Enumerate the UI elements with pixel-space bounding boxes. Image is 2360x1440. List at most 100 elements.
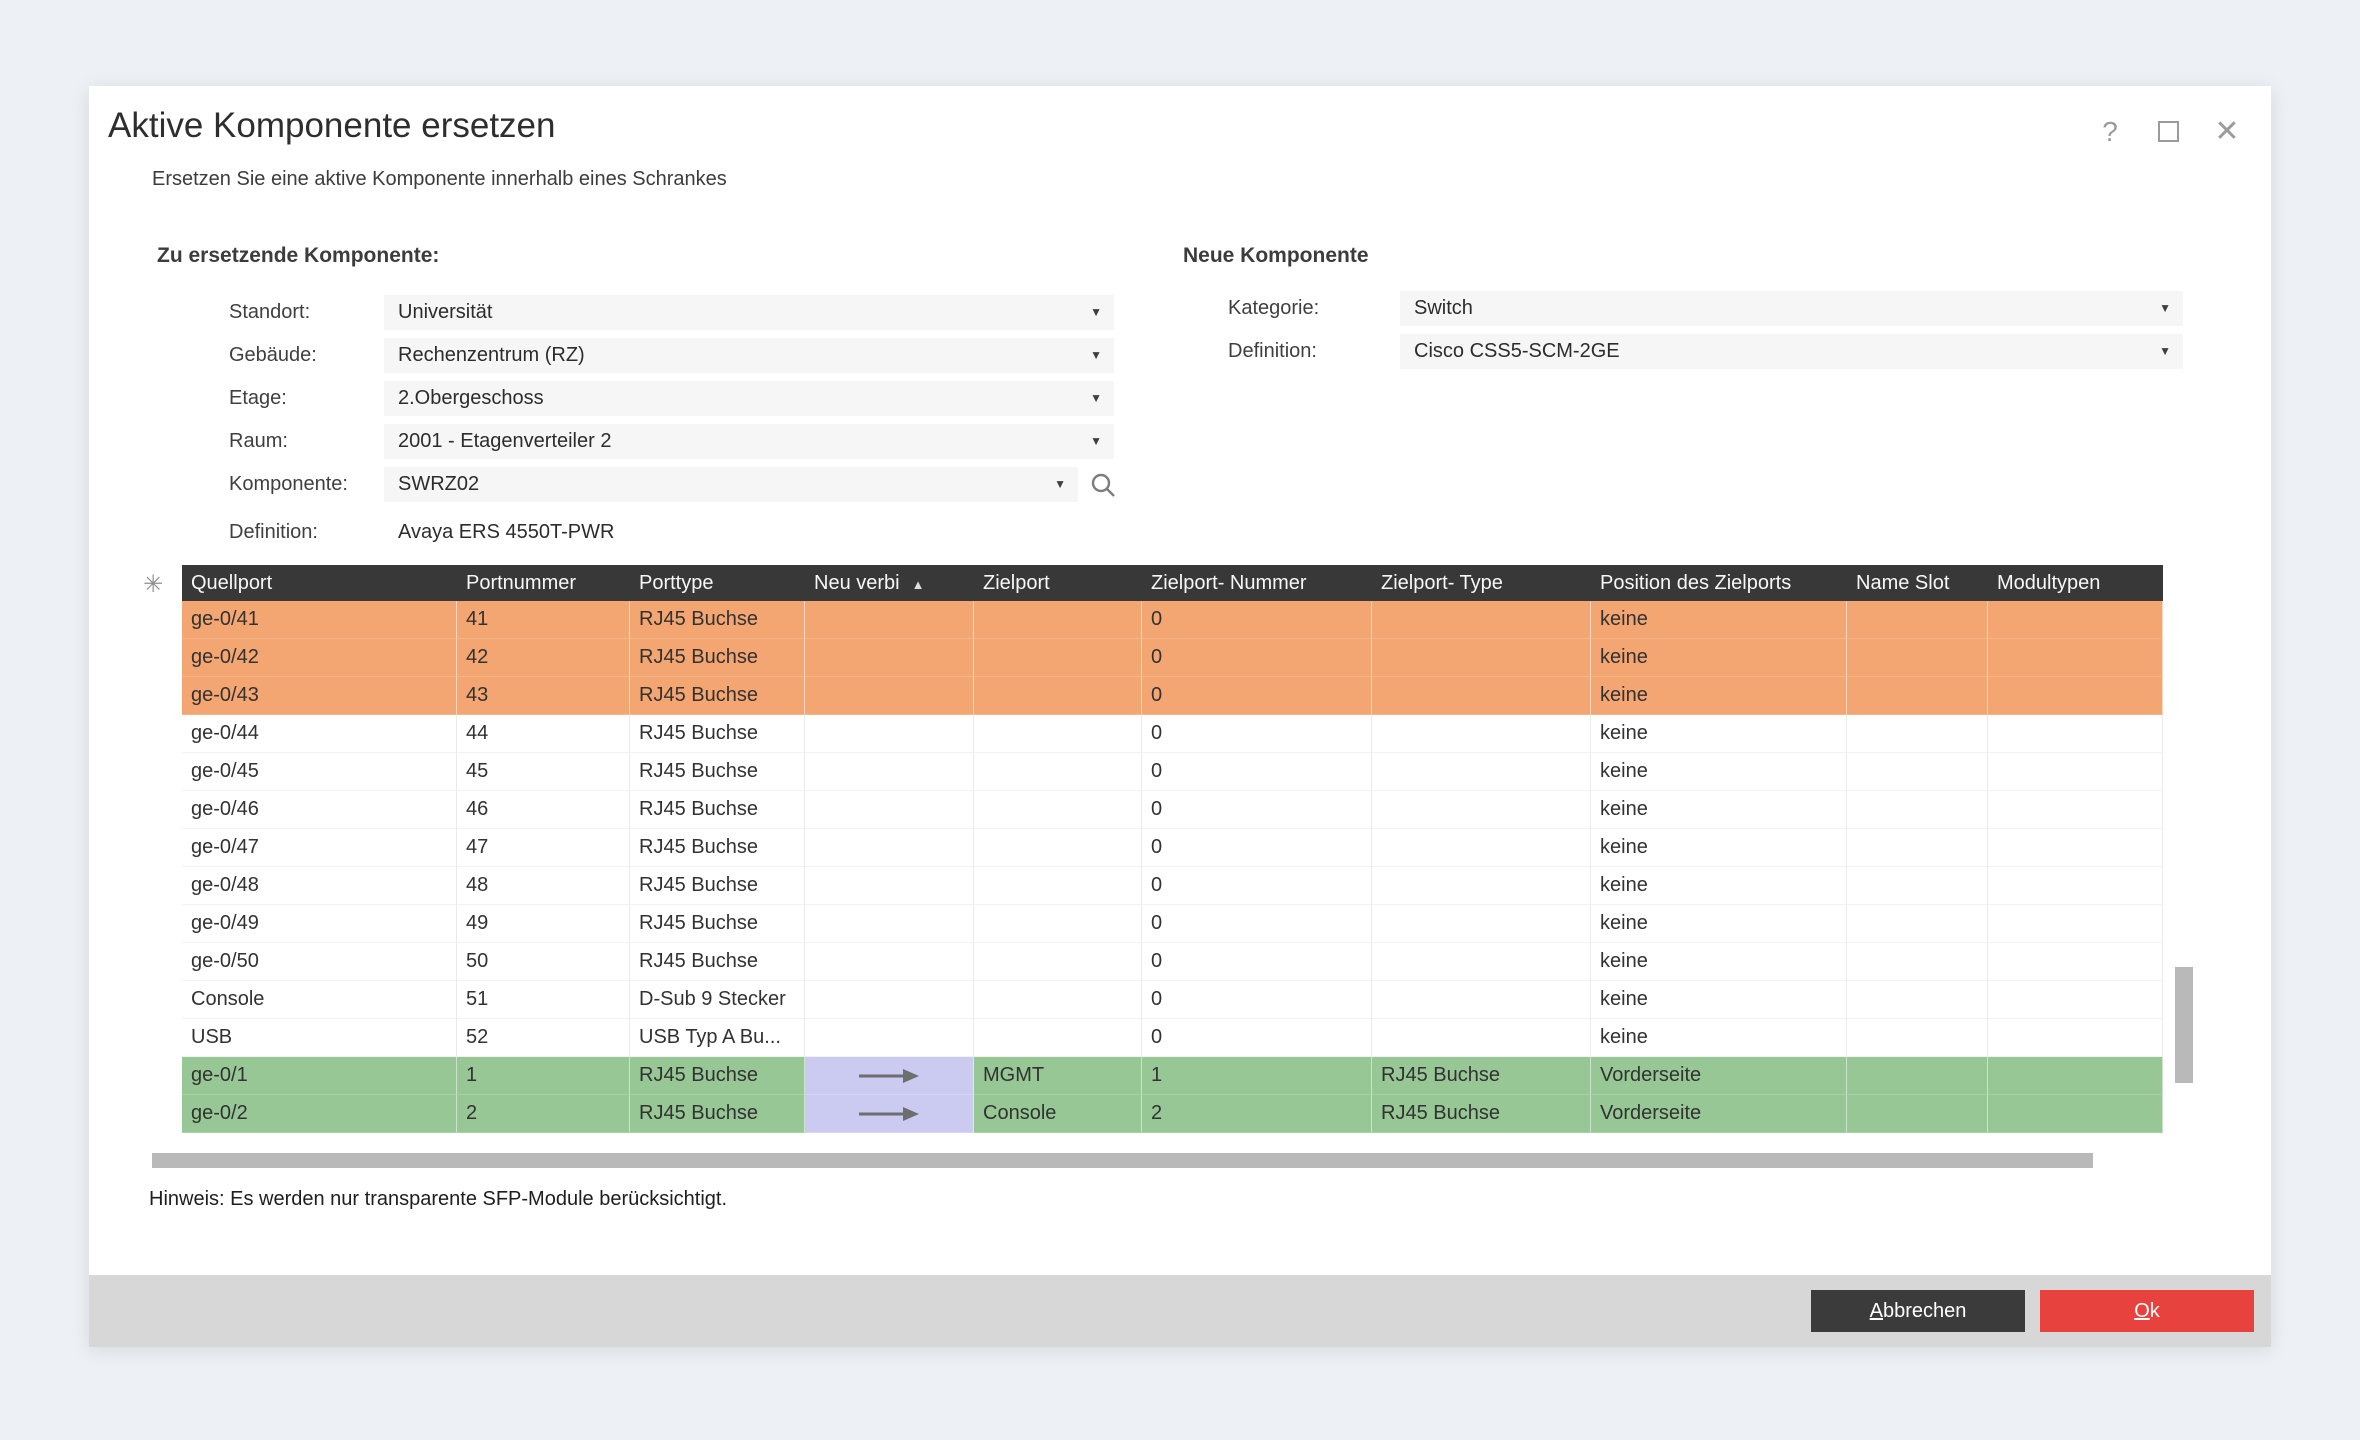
table-row[interactable]: ge-0/11RJ45 BuchseMGMT1RJ45 BuchseVorder… <box>182 1057 2163 1095</box>
cell-quellport: Console <box>182 981 457 1019</box>
cell-name_slot <box>1847 791 1988 829</box>
cell-quellport: ge-0/47 <box>182 829 457 867</box>
cell-neu <box>805 829 974 867</box>
cell-quellport: ge-0/1 <box>182 1057 457 1095</box>
column-header-zielport[interactable]: Zielport <box>974 565 1142 601</box>
new-definition-row: Definition: Cisco CSS5-SCM-2GE ▼ <box>1228 334 2198 369</box>
column-header-modultypen[interactable]: Modultypen <box>1988 565 2163 601</box>
ok-button[interactable]: Ok <box>2040 1290 2254 1332</box>
definition-row: Definition: Avaya ERS 4550T-PWR <box>229 515 1279 550</box>
cell-zielport_type <box>1372 1019 1591 1057</box>
search-icon[interactable] <box>1089 471 1119 499</box>
gebaeude-dropdown[interactable]: Rechenzentrum (RZ) ▼ <box>384 338 1114 373</box>
komponente-dropdown[interactable]: SWRZ02 ▼ <box>384 467 1078 502</box>
gebaeude-label: Gebäude: <box>229 338 317 373</box>
cell-zielport: Console <box>974 1095 1142 1133</box>
cell-zielport_type <box>1372 905 1591 943</box>
cell-zielport <box>974 715 1142 753</box>
cell-quellport: ge-0/2 <box>182 1095 457 1133</box>
cell-portnummer: 43 <box>457 677 630 715</box>
column-header-porttype[interactable]: Porttype <box>630 565 805 601</box>
table-row[interactable]: USB52USB Typ A Bu...0keine <box>182 1019 2163 1057</box>
cell-zielport_nummer: 0 <box>1142 1019 1372 1057</box>
maximize-icon[interactable] <box>2148 112 2188 152</box>
column-header-zielport-type[interactable]: Zielport- Type <box>1372 565 1591 601</box>
cell-name_slot <box>1847 905 1988 943</box>
port-table: Quellport Portnummer Porttype Neu verbi▲… <box>182 565 2163 1133</box>
cell-zielport <box>974 791 1142 829</box>
chevron-down-icon: ▼ <box>1090 338 1102 373</box>
cell-name_slot <box>1847 753 1988 791</box>
table-row[interactable]: ge-0/22RJ45 BuchseConsole2RJ45 BuchseVor… <box>182 1095 2163 1133</box>
cell-position_des_zielports: keine <box>1591 829 1847 867</box>
chevron-down-icon: ▼ <box>1054 467 1066 502</box>
column-header-position-des-zielports[interactable]: Position des Zielports <box>1591 565 1847 601</box>
close-icon[interactable]: ✕ <box>2207 112 2247 152</box>
raum-dropdown[interactable]: 2001 - Etagenverteiler 2 ▼ <box>384 424 1114 459</box>
new-definition-dropdown[interactable]: Cisco CSS5-SCM-2GE ▼ <box>1400 334 2183 369</box>
cell-position_des_zielports: keine <box>1591 943 1847 981</box>
cell-position_des_zielports: keine <box>1591 791 1847 829</box>
table-row[interactable]: ge-0/4343RJ45 Buchse0keine <box>182 677 2163 715</box>
cell-name_slot <box>1847 1095 1988 1133</box>
cell-modultypen <box>1988 1019 2163 1057</box>
standort-dropdown[interactable]: Universität ▼ <box>384 295 1114 330</box>
column-header-portnummer[interactable]: Portnummer <box>457 565 630 601</box>
cell-neu <box>805 677 974 715</box>
chevron-down-icon: ▼ <box>2159 291 2171 326</box>
sort-asc-icon: ▲ <box>912 577 925 592</box>
standort-label: Standort: <box>229 295 310 330</box>
cell-zielport <box>974 677 1142 715</box>
cell-neu <box>805 753 974 791</box>
table-row[interactable]: ge-0/4242RJ45 Buchse0keine <box>182 639 2163 677</box>
cell-name_slot <box>1847 981 1988 1019</box>
cell-zielport_type <box>1372 867 1591 905</box>
table-row[interactable]: ge-0/4545RJ45 Buchse0keine <box>182 753 2163 791</box>
table-row[interactable]: ge-0/4646RJ45 Buchse0keine <box>182 791 2163 829</box>
table-row[interactable]: ge-0/4949RJ45 Buchse0keine <box>182 905 2163 943</box>
table-row[interactable]: ge-0/4444RJ45 Buchse0keine <box>182 715 2163 753</box>
help-icon[interactable]: ? <box>2090 112 2130 152</box>
cell-zielport_nummer: 2 <box>1142 1095 1372 1133</box>
kategorie-dropdown[interactable]: Switch ▼ <box>1400 291 2183 326</box>
cell-zielport_type <box>1372 753 1591 791</box>
cell-portnummer: 52 <box>457 1019 630 1057</box>
column-header-quellport[interactable]: Quellport <box>182 565 457 601</box>
cell-porttype: RJ45 Buchse <box>630 639 805 677</box>
cell-name_slot <box>1847 867 1988 905</box>
cell-modultypen <box>1988 639 2163 677</box>
cell-zielport_type <box>1372 829 1591 867</box>
cell-porttype: RJ45 Buchse <box>630 753 805 791</box>
table-row[interactable]: ge-0/4848RJ45 Buchse0keine <box>182 867 2163 905</box>
cell-position_des_zielports: keine <box>1591 905 1847 943</box>
cell-porttype: RJ45 Buchse <box>630 867 805 905</box>
table-row[interactable]: Console51D-Sub 9 Stecker0keine <box>182 981 2163 1019</box>
reconnect-arrow-icon <box>856 1105 922 1123</box>
cell-position_des_zielports: keine <box>1591 601 1847 639</box>
table-row[interactable]: ge-0/4141RJ45 Buchse0keine <box>182 601 2163 639</box>
cell-modultypen <box>1988 829 2163 867</box>
horizontal-scrollbar-thumb[interactable] <box>152 1153 2093 1168</box>
definition-label: Definition: <box>229 515 318 550</box>
column-header-neu-verbinden[interactable]: Neu verbi▲ <box>805 565 974 601</box>
reconnect-arrow-icon <box>856 1067 922 1085</box>
definition-value: Avaya ERS 4550T-PWR <box>398 515 614 550</box>
cancel-button[interactable]: Abbrechen <box>1811 1290 2025 1332</box>
cell-quellport: ge-0/50 <box>182 943 457 981</box>
vertical-scrollbar-thumb[interactable] <box>2175 967 2193 1083</box>
column-header-zielport-nummer[interactable]: Zielport- Nummer <box>1142 565 1372 601</box>
table-row[interactable]: ge-0/4747RJ45 Buchse0keine <box>182 829 2163 867</box>
column-header-name-slot[interactable]: Name Slot <box>1847 565 1988 601</box>
cell-zielport_type <box>1372 791 1591 829</box>
cell-porttype: RJ45 Buchse <box>630 601 805 639</box>
cell-position_des_zielports: Vorderseite <box>1591 1057 1847 1095</box>
etage-dropdown[interactable]: 2.Obergeschoss ▼ <box>384 381 1114 416</box>
chevron-down-icon: ▼ <box>1090 424 1102 459</box>
cell-position_des_zielports: keine <box>1591 867 1847 905</box>
table-row[interactable]: ge-0/5050RJ45 Buchse0keine <box>182 943 2163 981</box>
cell-modultypen <box>1988 943 2163 981</box>
cell-position_des_zielports: keine <box>1591 639 1847 677</box>
cell-zielport_type <box>1372 639 1591 677</box>
new-section-heading: Neue Komponente <box>1183 244 1369 268</box>
cell-neu <box>805 791 974 829</box>
